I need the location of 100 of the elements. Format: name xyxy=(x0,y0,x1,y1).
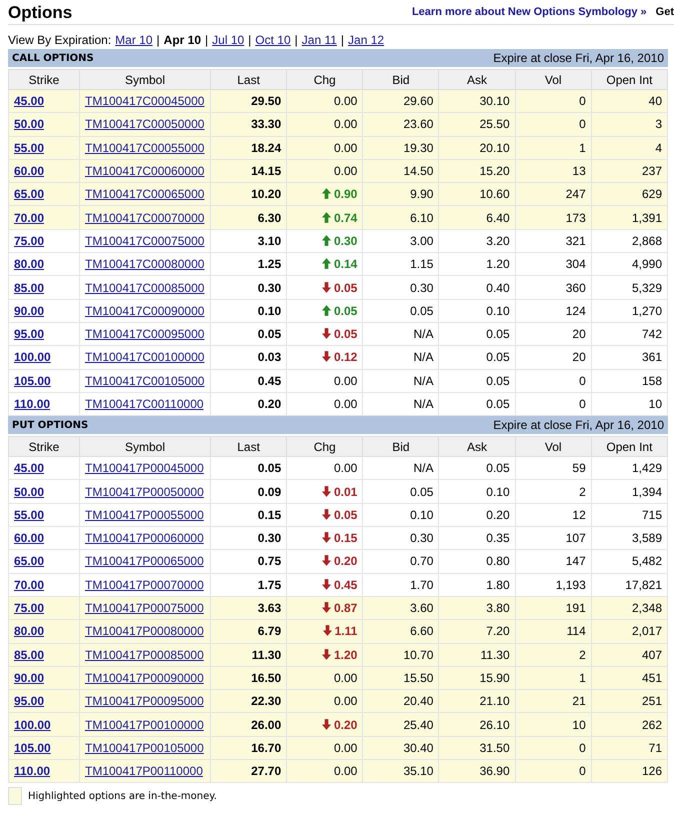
volume: 21 xyxy=(572,694,586,708)
open-interest: 40 xyxy=(648,94,662,108)
bid-price: 6.10 xyxy=(410,210,434,225)
bid-price: 0.30 xyxy=(410,531,434,546)
change-value: 0.20 xyxy=(334,718,358,732)
volume: 1 xyxy=(579,140,586,155)
change-value: 0.74 xyxy=(334,210,358,225)
change-value: 0.14 xyxy=(334,257,358,272)
open-interest: 71 xyxy=(648,740,662,755)
bid-price: 15.50 xyxy=(403,670,434,685)
symbology-link[interactable]: Learn more about New Options Symbology » xyxy=(412,6,647,18)
bid-price: N/A xyxy=(413,397,434,411)
bid-price: 29.60 xyxy=(403,94,434,108)
ask-price: 6.40 xyxy=(486,210,510,225)
open-interest: 715 xyxy=(642,508,662,522)
expiration-link[interactable]: Mar 10 xyxy=(115,33,153,47)
section-title: PUT OPTIONS xyxy=(12,420,88,431)
expiration-link[interactable]: Apr 10 xyxy=(164,33,202,47)
change-value: 1.11 xyxy=(334,624,358,638)
last-price: 6.30 xyxy=(258,210,282,225)
open-interest: 1,394 xyxy=(632,484,662,499)
change-value: 0.00 xyxy=(334,374,358,388)
open-interest: 17,821 xyxy=(625,578,662,592)
volume: 191 xyxy=(566,601,586,616)
ask-price: 0.05 xyxy=(486,327,510,342)
last-price: 0.03 xyxy=(258,350,282,364)
ask-price: 36.90 xyxy=(480,764,510,778)
bid-price: N/A xyxy=(413,461,434,476)
ask-price: 3.20 xyxy=(486,234,510,248)
open-interest: 1,270 xyxy=(632,304,662,318)
last-price: 14.15 xyxy=(251,164,282,178)
bid-price: 6.60 xyxy=(410,624,434,638)
last-price: 0.15 xyxy=(258,508,282,522)
change-value: 0.00 xyxy=(334,164,358,178)
volume: 12 xyxy=(572,508,586,522)
get-link[interactable]: Get xyxy=(656,6,674,18)
ask-price: 15.90 xyxy=(480,670,510,685)
bid-price: N/A xyxy=(413,327,434,342)
expiration-link[interactable]: Jul 10 xyxy=(212,33,244,47)
change-value: 0.00 xyxy=(334,670,358,685)
last-price: 16.50 xyxy=(251,670,282,685)
volume: 59 xyxy=(572,461,586,476)
change-value: 0.05 xyxy=(334,280,358,295)
open-interest: 3,589 xyxy=(632,531,662,546)
volume: 304 xyxy=(566,257,586,272)
expiration-link[interactable]: Jan 11 xyxy=(302,33,337,47)
open-interest: 3 xyxy=(655,117,662,132)
last-price: 0.75 xyxy=(258,554,282,568)
last-price: 0.20 xyxy=(258,397,282,411)
volume: 124 xyxy=(566,304,586,318)
expiration-link[interactable]: Jan 12 xyxy=(348,33,384,47)
ask-price: 10.60 xyxy=(480,187,510,202)
bid-price: 30.40 xyxy=(403,740,434,755)
volume: 147 xyxy=(566,554,586,568)
change-value: 1.20 xyxy=(334,648,358,662)
change-value: 0.00 xyxy=(334,94,358,108)
ask-price: 0.10 xyxy=(486,304,510,318)
last-price: 18.24 xyxy=(251,140,282,155)
last-price: 1.25 xyxy=(258,257,282,272)
open-interest: 10 xyxy=(648,397,662,411)
column-header: Strike xyxy=(8,436,80,457)
volume: 1 xyxy=(579,670,586,685)
open-interest: 742 xyxy=(642,327,662,342)
column-header: Bid xyxy=(362,70,439,90)
expiration-label: View By Expiration: xyxy=(8,33,112,47)
change-value: 0.05 xyxy=(334,327,358,342)
open-interest: 1,391 xyxy=(632,210,662,225)
last-price: 0.30 xyxy=(258,531,282,546)
page-title: Options xyxy=(8,2,72,23)
column-header: Symbol xyxy=(80,70,210,90)
last-price: 0.05 xyxy=(258,461,282,476)
volume: 1,193 xyxy=(556,578,586,592)
column-header: Last xyxy=(210,436,287,457)
open-interest: 629 xyxy=(642,187,662,202)
ask-price: 0.40 xyxy=(486,280,510,295)
ask-price: 26.10 xyxy=(480,718,510,732)
change-value: 0.01 xyxy=(334,484,358,499)
change-value: 0.20 xyxy=(334,554,358,568)
change-value: 0.45 xyxy=(334,578,358,592)
ask-price: 0.05 xyxy=(486,397,510,411)
ask-price: 20.10 xyxy=(480,140,510,155)
bid-price: 0.30 xyxy=(410,280,434,295)
open-interest: 262 xyxy=(642,718,662,732)
column-header: Open Int xyxy=(591,70,668,90)
bid-price: 0.05 xyxy=(410,304,434,318)
last-price: 3.63 xyxy=(258,601,282,616)
bid-price: 0.10 xyxy=(410,508,434,522)
ask-price: 11.30 xyxy=(480,648,510,662)
change-value: 0.00 xyxy=(334,461,358,476)
bid-price: 19.30 xyxy=(403,140,434,155)
expiration-link[interactable]: Oct 10 xyxy=(255,33,291,47)
bid-price: 1.70 xyxy=(410,578,434,592)
volume: 20 xyxy=(572,327,586,342)
column-header: Open Int xyxy=(591,436,668,457)
open-interest: 5,329 xyxy=(632,280,662,295)
open-interest: 2,868 xyxy=(632,234,662,248)
ask-price: 0.10 xyxy=(486,484,510,499)
volume: 10 xyxy=(572,718,586,732)
column-header: Vol xyxy=(515,436,592,457)
change-value: 0.90 xyxy=(334,187,358,202)
